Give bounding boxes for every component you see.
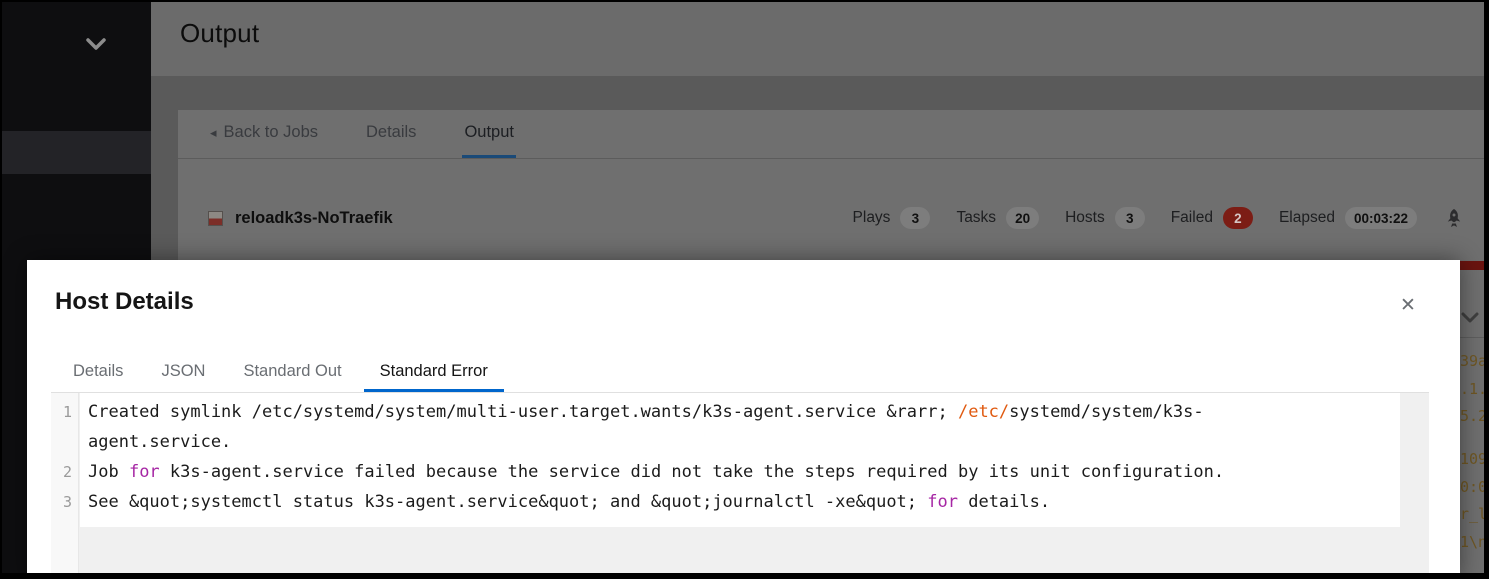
code-token: for [927,492,958,512]
job-name: reloadk3s-NoTraefik [235,209,393,228]
code-token: for [129,462,160,482]
tab-output[interactable]: Output [462,110,516,158]
line-number: 2 [51,457,79,487]
window-border-right [1484,0,1489,579]
stat-badge: 00:03:22 [1345,207,1417,229]
window-border-left [0,0,2,579]
code-token: Created symlink /etc/systemd/system/mult… [88,402,958,422]
tab-label: Back to Jobs [224,123,318,142]
stat-label: Plays [853,209,891,227]
modal-tab-standard-error[interactable]: Standard Error [364,354,504,392]
chevron-down-icon[interactable] [85,36,107,52]
code-token: k3s-agent.service failed because the ser… [160,462,1224,482]
code-token: Job [88,462,129,482]
modal-tab-standard-out[interactable]: Standard Out [227,354,357,392]
sidebar-active-item[interactable] [0,131,151,174]
job-failed-icon [208,211,223,226]
job-stat-plays: Plays 3 [853,207,931,229]
stderr-line: 1 Created symlink /etc/systemd/system/mul… [51,397,1429,457]
job-stat-tasks: Tasks 20 [956,207,1039,229]
page-header: Output [151,0,1489,76]
tab-back-to-jobs[interactable]: ◂ Back to Jobs [208,110,320,158]
page-title: Output [180,18,259,49]
stderr-line: 3 See &quot;systemctl status k3s-agent.se… [51,487,1429,517]
stat-badge: 20 [1006,207,1039,229]
close-icon[interactable]: ✕ [1396,294,1420,318]
job-tabs: ◂ Back to Jobs Details Output [178,110,1489,159]
modal-tabs: DetailsJSONStandard OutStandard Error [57,354,510,392]
tab-label: Details [366,123,416,142]
code-token: details. [958,492,1050,512]
line-number: 1 [51,397,79,457]
job-stat-elapsed: Elapsed 00:03:22 [1279,207,1417,229]
host-details-modal: Host Details ✕ DetailsJSONStandard OutSt… [27,260,1460,579]
window-border-top [0,0,1489,2]
code-token: See &quot;systemctl status k3s-agent.ser… [88,492,927,512]
chevron-down-icon[interactable] [1461,311,1479,324]
stderr-code-viewer[interactable]: 1 Created symlink /etc/systemd/system/mul… [51,392,1429,573]
job-summary-row: reloadk3s-NoTraefik Plays 3 Tasks 20 Hosts 3 F… [178,194,1489,242]
stat-label: Elapsed [1279,209,1335,227]
line-content: Job for k3s-agent.service failed because… [79,457,1374,487]
stat-label: Hosts [1065,209,1105,227]
stat-badge: 3 [900,207,930,229]
window-border-bottom [0,573,1489,579]
job-stat-hosts: Hosts 3 [1065,207,1145,229]
tab-details[interactable]: Details [364,110,418,158]
line-number: 3 [51,487,79,517]
modal-tab-json[interactable]: JSON [145,354,221,392]
stat-badge: 3 [1115,207,1145,229]
modal-title: Host Details [55,288,194,316]
stat-label: Failed [1171,209,1213,227]
back-arrow-icon: ◂ [210,125,217,141]
app-window: Output ◂ Back to Jobs Details Output reload… [0,0,1489,579]
stderr-line: 2Job for k3s-agent.service failed becaus… [51,457,1429,487]
code-token: /etc/ [958,402,1009,422]
stat-badge: 2 [1223,207,1253,229]
line-content: Created symlink /etc/systemd/system/mult… [79,397,1374,457]
job-stat-failed: Failed 2 [1171,207,1253,229]
modal-tab-details[interactable]: Details [57,354,139,392]
rocket-icon[interactable] [1443,207,1465,229]
line-content: See &quot;systemctl status k3s-agent.ser… [79,487,1374,517]
stat-label: Tasks [956,209,996,227]
tab-label: Output [464,123,514,142]
